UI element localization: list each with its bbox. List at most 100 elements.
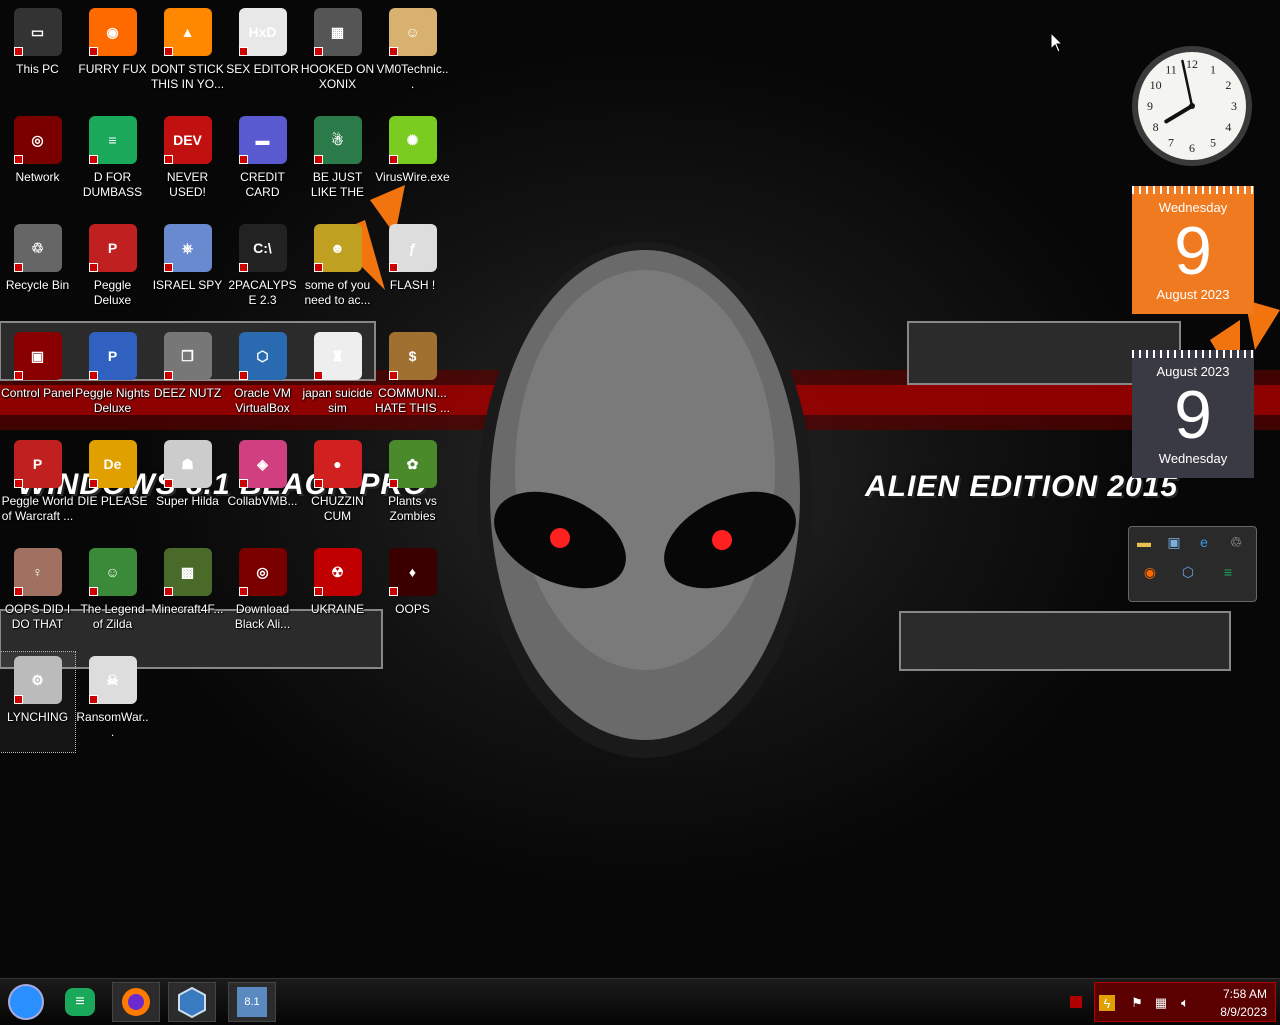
desktop-icon-glyph: P: [32, 456, 43, 472]
desktop-icon-glyph: ⬡: [256, 347, 269, 364]
show-hidden-icons-button[interactable]: [1070, 996, 1082, 1008]
tray-time[interactable]: 7:58 AM: [1223, 987, 1267, 1001]
desktop-icon-image: P: [88, 224, 137, 272]
desktop-icon[interactable]: ♲ Recycle Bin: [0, 220, 75, 320]
desktop-icon[interactable]: ≡ D FOR DUMBASS: [75, 112, 150, 212]
virtualbox-icon[interactable]: ⬡: [1177, 561, 1199, 583]
desktop-icon[interactable]: HxD SEX EDITOR: [225, 4, 300, 104]
desktop-icon[interactable]: ♜ japan suicide sim: [300, 328, 375, 428]
desktop-icon[interactable]: ◎ Network: [0, 112, 75, 212]
desktop-icon-label: DEEZ NUTZ: [153, 386, 222, 400]
desktop-icon-image: ☺: [88, 548, 137, 596]
desktop-icon-label: Super Hilda: [156, 494, 219, 508]
shortcut-arrow-icon: [238, 371, 248, 380]
clock-gadget[interactable]: 1234567891011 12: [1130, 44, 1254, 168]
desktop-icon[interactable]: DEV NEVER USED!: [150, 112, 225, 212]
ie-icon[interactable]: e: [1193, 531, 1215, 553]
shortcut-arrow-icon: [163, 263, 173, 272]
desktop-icon[interactable]: De DIE PLEASE: [75, 436, 150, 536]
desktop-icon[interactable]: P Peggle Deluxe: [75, 220, 150, 320]
shortcut-arrow-icon: [388, 263, 398, 272]
desktop-icon[interactable]: ▩ Minecraft4F...: [150, 544, 225, 644]
desktop-icon-image: ♲: [13, 224, 62, 272]
clock-numeral: 2: [1225, 78, 1231, 92]
desktop-icon-label: LYNCHING: [6, 710, 69, 724]
desktop-icon-glyph: ♀: [32, 564, 43, 580]
desktop-icon[interactable]: C:\ 2PACALYPSE 2.3: [225, 220, 300, 320]
shortcut-arrow-icon: [88, 695, 98, 704]
desktop-icon[interactable]: ☻ some of you need to ac...: [300, 220, 375, 320]
shortcut-arrow-icon: [388, 47, 398, 56]
desktop-icon[interactable]: ☺ VM0Technic...: [375, 4, 450, 104]
desktop-icon[interactable]: ⬡ Oracle VM VirtualBox: [225, 328, 300, 428]
tray-date[interactable]: 8/9/2023: [1220, 1005, 1267, 1019]
desktop-icon-glyph: ✿: [406, 455, 419, 472]
desktop-icon[interactable]: ⚙ LYNCHING: [0, 651, 76, 753]
network-icon[interactable]: ▦: [1153, 995, 1169, 1011]
desktop-icon[interactable]: $ COMMUNI... HATE THIS ...: [375, 328, 450, 428]
desktop-icon-glyph: P: [107, 348, 118, 364]
desktop-icon[interactable]: ▬ CREDIT CARD CHECKER: [225, 112, 300, 212]
desktop-icon[interactable]: ☺ The Legend of Zilda: [75, 544, 150, 644]
lightning-icon[interactable]: ϟ: [1099, 995, 1115, 1011]
desktop-icon[interactable]: ▲ DONT STICK THIS IN YO...: [150, 4, 225, 104]
desktop-icon[interactable]: ▭ This PC: [0, 4, 75, 104]
desktop-icon-label: NEVER USED!: [166, 170, 209, 199]
desktop-icon-image: ◎: [13, 116, 62, 164]
desktop-icon-image: ♀: [13, 548, 62, 596]
desktop-icon[interactable]: ❐ DEEZ NUTZ: [150, 328, 225, 428]
desktop-icon[interactable]: ƒ FLASH !: [375, 220, 450, 320]
monitor-icon[interactable]: ▣: [1163, 531, 1185, 553]
desktop-icon-glyph: ◎: [256, 563, 269, 580]
clock-numeral: 6: [1189, 141, 1195, 155]
desktop-icon[interactable]: ▦ HOOKED ON XONIX: [300, 4, 375, 104]
desktop-icon-glyph: $: [408, 348, 417, 364]
desktop-icon[interactable]: ☢ UKRAINE: [300, 544, 375, 644]
start-button[interactable]: [2, 982, 50, 1022]
recycle-icon[interactable]: ♲: [1225, 531, 1247, 553]
desktop-icon-glyph: ☢: [331, 563, 344, 580]
desktop-icon[interactable]: ☗ Super Hilda: [150, 436, 225, 536]
flag-icon[interactable]: ⚑: [1129, 995, 1145, 1011]
desktop-icon[interactable]: ◈ CollabVMB...: [225, 436, 300, 536]
clock-numeral: 11: [1165, 63, 1177, 77]
desktop-icon[interactable]: P Peggle World of Warcraft ...: [0, 436, 75, 536]
shortcut-arrow-icon: [88, 371, 98, 380]
taskbar-app-virtualbox[interactable]: [168, 982, 216, 1022]
firefox-icon[interactable]: ◉: [1139, 561, 1161, 583]
calendar-day: 9: [1174, 377, 1212, 453]
desktop-icon[interactable]: ☃ BE JUST LIKE THE DUDE!: [300, 112, 375, 212]
desktop-icon-label: DIE PLEASE: [77, 494, 148, 508]
desktop-icon-label: CHUZZIN CUM: [311, 494, 364, 523]
desktop-icon-glyph: ✺: [406, 131, 419, 148]
taskbar-app-windows81[interactable]: 8.1: [228, 982, 276, 1022]
shortcut-arrow-icon: [313, 587, 323, 596]
desktop-icon-glyph: ◈: [257, 455, 268, 472]
desktop-icon-glyph: ⎈: [181, 239, 194, 256]
taskbar-app-firefox[interactable]: [112, 982, 160, 1022]
desktop-icon-label: Control Panel: [1, 386, 74, 400]
desktop-icon[interactable]: ⎈ ISRAEL SPY: [150, 220, 225, 320]
desktop-icon[interactable]: P Peggle Nights Deluxe: [75, 328, 150, 428]
chat-icon[interactable]: ≡: [1217, 561, 1239, 583]
calendar-gadget-orange[interactable]: Wednesday 9 August 2023: [1132, 186, 1254, 314]
taskbar-app-chat[interactable]: ≡: [56, 982, 104, 1022]
desktop-icon[interactable]: ☠ RansomWar...: [75, 652, 150, 752]
desktop-icon-glyph: ▲: [180, 24, 195, 40]
desktop-icon[interactable]: ● CHUZZIN CUM: [300, 436, 375, 536]
desktop-icon[interactable]: ◉ FURRY FUX: [75, 4, 150, 104]
desktop-icon[interactable]: ✺ VirusWire.exe: [375, 112, 450, 212]
folder-icon[interactable]: ▬: [1133, 531, 1155, 553]
desktop-icon[interactable]: ▣ Control Panel: [0, 328, 75, 428]
desktop-icon[interactable]: ♀ OOPS DID I DO THAT: [0, 544, 75, 644]
desktop-icon-glyph: ☺: [405, 24, 420, 40]
desktop-icon[interactable]: ✿ Plants vs Zombies: [375, 436, 450, 536]
calendar-gadget-dark[interactable]: August 2023 9 Wednesday: [1132, 350, 1254, 478]
desktop-icon[interactable]: ♦ OOPS: [375, 544, 450, 644]
desktop-icon-image: ✿: [388, 440, 437, 488]
desktop-icon-glyph: ▣: [30, 347, 45, 364]
shortcut-arrow-icon: [13, 695, 23, 704]
volume-icon[interactable]: 🔈︎: [1177, 995, 1193, 1011]
desktop-icon-label: some of you need to ac...: [304, 278, 371, 307]
desktop-icon[interactable]: ◎ Download Black Ali...: [225, 544, 300, 644]
